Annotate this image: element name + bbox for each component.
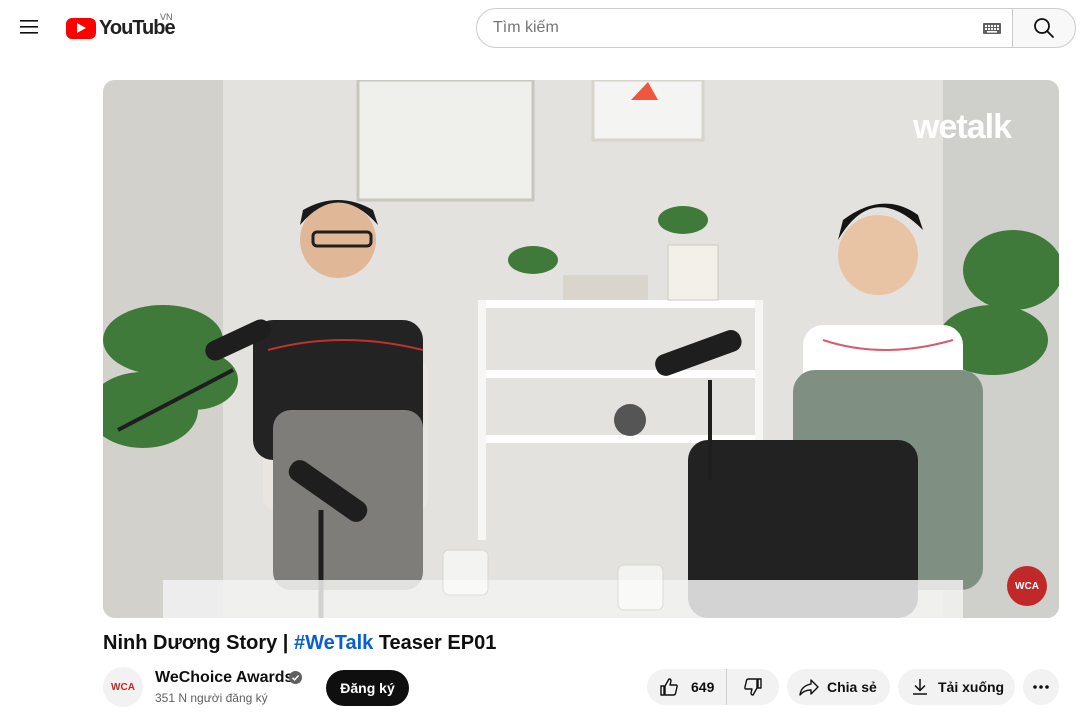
share-button[interactable]: Chia sẻ (787, 669, 890, 705)
share-arrow-icon (799, 679, 819, 696)
channel-name-link[interactable]: WeChoice Awards (155, 669, 293, 687)
video-frame (103, 80, 1059, 618)
video-player[interactable]: wetalk WCA (103, 80, 1059, 618)
title-prefix: Ninh Dương Story | (103, 632, 294, 654)
search-button[interactable] (1012, 8, 1076, 48)
like-count: 649 (691, 679, 715, 695)
download-icon (913, 679, 927, 695)
youtube-logo[interactable]: YouTube (66, 14, 176, 42)
like-dislike-group: 649 (647, 669, 779, 705)
guide-menu-button[interactable] (14, 11, 46, 43)
country-code: VN (160, 12, 173, 22)
download-button[interactable]: Tải xuống (898, 669, 1015, 705)
subscribe-button[interactable]: Đăng ký (326, 670, 409, 706)
channel-avatar-text: WCA (111, 681, 135, 693)
title-suffix: Teaser EP01 (373, 632, 497, 654)
subscriber-count: 351 N người đăng ký (155, 691, 268, 705)
verified-check-icon (289, 671, 302, 684)
search-icon (1034, 18, 1054, 38)
share-label: Chia sẻ (827, 679, 877, 695)
thumbs-up-icon (660, 678, 678, 696)
more-actions-button[interactable] (1023, 669, 1059, 705)
wetalk-watermark: wetalk (913, 108, 1012, 146)
search-input[interactable] (493, 19, 973, 37)
search-box (476, 8, 1013, 48)
like-button[interactable]: 649 (647, 669, 727, 705)
keyboard-icon[interactable] (982, 20, 1002, 36)
video-title: Ninh Dương Story | #WeTalk Teaser EP01 (103, 632, 496, 655)
more-horizontal-icon (1033, 685, 1049, 689)
dislike-button[interactable] (727, 669, 779, 705)
title-hashtag-link[interactable]: #WeTalk (294, 632, 373, 654)
wca-corner-badge: WCA (1007, 566, 1047, 606)
hamburger-icon (20, 20, 38, 34)
masthead: YouTube VN (0, 0, 1082, 56)
channel-avatar[interactable]: WCA (103, 667, 143, 707)
download-label: Tải xuống (938, 679, 1005, 695)
thumbs-down-icon (744, 678, 762, 696)
play-logo-icon (66, 17, 96, 39)
